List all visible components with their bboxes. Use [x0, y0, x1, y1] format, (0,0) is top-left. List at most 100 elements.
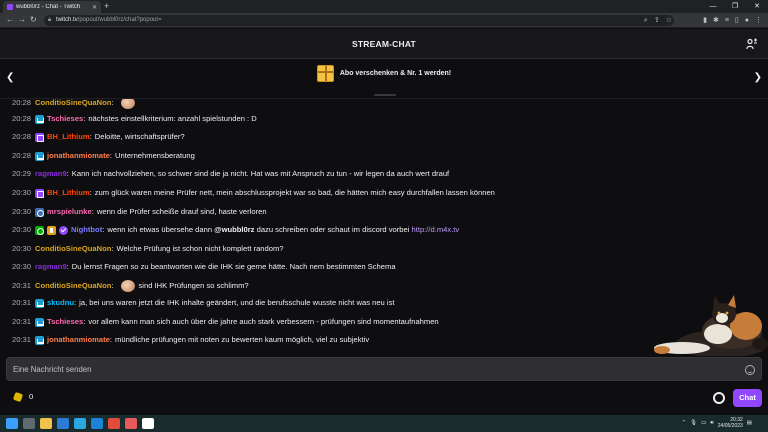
back-icon[interactable]: ← [6, 15, 14, 25]
sub-badge-icon[interactable] [35, 151, 45, 161]
sidepanel-icon[interactable]: ▯ [735, 15, 739, 26]
message-separator: : [111, 99, 114, 107]
message-timestamp: 20:30 [12, 262, 32, 271]
chat-settings-gear-icon[interactable] [713, 392, 725, 404]
chat-message: 20:30 mrspielunke: wenn die Prüfer scheiße… [12, 207, 267, 217]
chat-title: STREAM-CHAT [352, 39, 416, 49]
sub-badge-icon[interactable] [35, 317, 45, 327]
message-username[interactable]: BH_Lithium [47, 132, 90, 142]
message-text: dazu schreiben oder schaut im discord vo… [254, 225, 412, 234]
browser-menu-icon[interactable]: ⋮ [755, 15, 762, 26]
chat-message-input[interactable] [13, 362, 733, 377]
volume-icon[interactable]: 🔊︎ [710, 420, 713, 427]
message-timestamp: 20:28 [12, 114, 32, 123]
message-text: Unternehmensberatung [115, 151, 195, 160]
emote-icon[interactable] [120, 280, 135, 292]
tray-chevron-icon[interactable]: ⌃ [682, 420, 687, 426]
mail-icon[interactable] [91, 418, 103, 429]
emote-picker-icon[interactable] [745, 365, 755, 375]
chat-message: 20:28 Tschieses: nächstes einstellkriteriu… [12, 114, 257, 124]
browser-tab[interactable]: wubbl0rz - Chat - Twitch ✕ [3, 1, 101, 13]
zoom-icon[interactable]: ⌕ [644, 15, 648, 26]
chat-message: 20:28 ConditioSineQuaNon: [12, 99, 139, 109]
sub-badge-icon[interactable] [35, 335, 45, 345]
reading-list-icon[interactable]: ≡ [725, 15, 729, 26]
message-username[interactable]: ConditioSineQuaNon [35, 99, 111, 108]
message-username[interactable]: jonathanmiomate [47, 335, 110, 345]
message-timestamp: 20:31 [12, 335, 32, 344]
message-mention[interactable]: @wubbl0rz [214, 225, 254, 235]
network-icon[interactable]: ▭ [701, 420, 706, 426]
message-text: Kann ich nachvollziehen, so schwer sind … [71, 169, 450, 178]
forward-icon[interactable]: → [18, 15, 26, 25]
puzzle-extensions-icon[interactable]: ✱ [713, 15, 719, 26]
message-text: Deloitte, wirtschaftsprüfer? [94, 132, 185, 141]
message-timestamp: 20:28 [12, 99, 32, 107]
gold-badge-icon[interactable] [47, 225, 57, 235]
store-icon[interactable] [57, 418, 69, 429]
message-link[interactable]: http://d.m4x.tv [412, 225, 460, 235]
chat-message: 20:31 Tschieses: vor allem kann man sich a… [12, 317, 439, 327]
emote-icon[interactable] [120, 99, 135, 109]
app-icon[interactable] [125, 418, 137, 429]
banner-collapse-handle[interactable] [374, 94, 396, 96]
message-timestamp: 20:30 [12, 244, 32, 253]
chat-message: 20:28 jonathanmiomate: Unternehmensberatun… [12, 151, 195, 161]
tab-title: wubbl0rz - Chat - Twitch [16, 4, 81, 10]
message-username[interactable]: BH_Lithium [47, 188, 90, 198]
url-field[interactable]: 🔒︎ twitch.tv/popout/wubbl0rz/chat?popout… [44, 15, 674, 26]
message-text: Du lernst Fragen so zu beantworten wie d… [71, 262, 396, 271]
message-username[interactable]: jonathanmiomate [47, 151, 110, 161]
start-windows-icon[interactable] [6, 418, 18, 429]
message-username[interactable]: ragman9 [35, 169, 67, 179]
mod-badge-icon[interactable] [35, 225, 45, 235]
message-username[interactable]: Nightbot [71, 225, 102, 235]
partner-badge-icon[interactable] [35, 207, 45, 217]
verified-badge-icon[interactable] [59, 225, 69, 235]
message-separator: : [111, 244, 114, 253]
bookmark-star-icon[interactable]: ☆ [666, 15, 672, 26]
reload-icon[interactable]: ↻ [30, 15, 37, 25]
promo-content[interactable]: Abo verschenken & Nr. 1 werden! [0, 65, 768, 82]
share-icon[interactable]: ⇪ [654, 15, 660, 26]
message-username[interactable]: mrspielunke [47, 207, 92, 217]
send-chat-button[interactable]: Chat [733, 389, 762, 407]
cat-sticker-image [654, 295, 768, 356]
extension-icon[interactable]: ▮ [703, 15, 707, 26]
chat-message: 20:29 ragman9: Kann ich nachvollziehen, so… [12, 169, 449, 179]
edge-icon[interactable] [74, 418, 86, 429]
message-timestamp: 20:28 [12, 132, 32, 141]
terminal-icon[interactable] [142, 418, 154, 429]
message-separator: : [91, 207, 94, 216]
search-taskbar-icon[interactable] [23, 418, 35, 429]
close-tab-icon[interactable]: ✕ [92, 4, 97, 11]
mic-icon[interactable]: 🎙︎ [690, 420, 697, 426]
notifications-icon[interactable]: ▤ [747, 420, 752, 426]
chat-message: 20:31 ConditioSineQuaNon: sind IHK Prüfung… [12, 280, 249, 292]
sub-badge-icon[interactable] [35, 298, 45, 308]
profile-icon[interactable]: ● [745, 15, 749, 26]
message-username[interactable]: ConditioSineQuaNon [35, 244, 111, 254]
prime-badge-icon[interactable] [35, 132, 45, 142]
sub-badge-icon[interactable] [35, 114, 45, 124]
prime-badge-icon[interactable] [35, 188, 45, 198]
message-timestamp: 20:29 [12, 169, 32, 178]
extension-icons: ▮ ✱ ≡ ▯ ● ⋮ [703, 15, 762, 26]
message-username[interactable]: ConditioSineQuaNon [35, 281, 111, 291]
chrome-icon[interactable] [108, 418, 120, 429]
file-explorer-icon[interactable] [40, 418, 52, 429]
close-window-icon[interactable]: ✕ [746, 0, 768, 13]
message-username[interactable]: Tschieses [47, 317, 83, 327]
maximize-icon[interactable]: ❐ [724, 0, 746, 13]
message-username[interactable]: Tschieses [47, 114, 83, 124]
message-separator: : [109, 151, 113, 160]
channel-points[interactable]: 0 [12, 391, 33, 402]
clock[interactable]: 20:32 24/05/2023 [718, 417, 743, 429]
community-users-icon[interactable] [746, 38, 758, 50]
message-username[interactable]: ragman9 [35, 262, 67, 272]
message-text: nächstes einstellkriterium: anzahl spiel… [88, 114, 257, 123]
promo-next-icon[interactable]: ❯ [754, 72, 762, 83]
minimize-icon[interactable]: — [702, 0, 724, 13]
message-username[interactable]: skudnu [47, 298, 74, 308]
new-tab-button[interactable]: + [104, 1, 109, 12]
